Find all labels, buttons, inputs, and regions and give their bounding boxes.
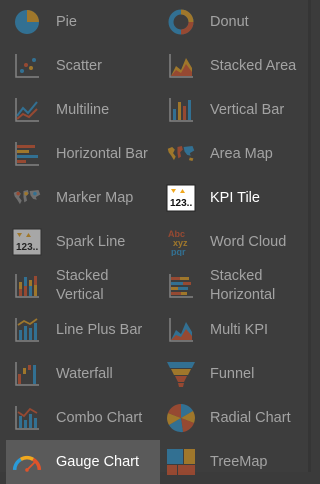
donut-chart-icon [166, 7, 196, 37]
vertical-bar-icon [166, 95, 196, 125]
multiline-chart-icon [12, 95, 42, 125]
stacked-vertical-icon [12, 271, 42, 301]
chart-option-label: Multi KPI [210, 321, 269, 338]
chart-option-label: Multiline [56, 101, 110, 118]
chart-option-treemap[interactable]: TreeMap [160, 440, 306, 484]
chart-option-label: Pie [56, 13, 77, 30]
chart-option-gauge-chart[interactable]: Gauge Chart [6, 440, 160, 484]
area-map-icon [166, 139, 196, 169]
chart-option-scatter[interactable]: Scatter [6, 44, 160, 88]
horizontal-bar-icon [12, 139, 42, 169]
chart-option-label: Gauge Chart [56, 453, 140, 470]
word-cloud-icon: Abc xyz pqr [166, 227, 196, 257]
combo-chart-icon [12, 403, 42, 433]
treemap-icon [166, 447, 196, 477]
chart-option-label: Spark Line [56, 233, 126, 250]
chart-option-vertical-bar[interactable]: Vertical Bar [160, 88, 306, 132]
kpi-tile-icon: 123.. [166, 183, 196, 213]
chart-option-label: Combo Chart [56, 409, 143, 426]
chart-option-label: Line Plus Bar [56, 321, 143, 338]
gauge-chart-icon [12, 447, 42, 477]
chart-type-grid: Pie Donut Scatter Stacked Area Multiline [6, 0, 306, 484]
chart-option-stacked-vertical[interactable]: Stacked Vertical [6, 264, 160, 308]
stacked-horizontal-icon [166, 271, 196, 301]
chart-option-label: Horizontal Bar [56, 145, 148, 162]
chart-type-picker: Pie Donut Scatter Stacked Area Multiline [0, 0, 311, 484]
chart-option-label: Area Map [210, 145, 273, 162]
chart-option-funnel[interactable]: Funnel [160, 352, 306, 396]
scrollbar-track[interactable] [308, 0, 311, 472]
chart-option-waterfall[interactable]: Waterfall [6, 352, 160, 396]
spark-line-icon: 123.. [12, 227, 42, 257]
chart-option-multiline[interactable]: Multiline [6, 88, 160, 132]
chart-option-word-cloud[interactable]: Abc xyz pqr Word Cloud [160, 220, 306, 264]
chart-option-stacked-area[interactable]: Stacked Area [160, 44, 306, 88]
chart-option-label: TreeMap [210, 453, 268, 470]
stacked-area-icon [166, 51, 196, 81]
kpi-icon-text: 123.. [170, 198, 192, 209]
scatter-chart-icon [12, 51, 42, 81]
radial-chart-icon [166, 403, 196, 433]
multi-kpi-icon [166, 315, 196, 345]
chart-option-label: Stacked Vertical [56, 268, 109, 303]
chart-option-label: Donut [210, 13, 249, 30]
chart-option-kpi-tile[interactable]: 123.. KPI Tile [160, 176, 306, 220]
chart-option-radial-chart[interactable]: Radial Chart [160, 396, 306, 440]
chart-option-donut[interactable]: Donut [160, 0, 306, 44]
line-plus-bar-icon [12, 315, 42, 345]
spark-icon-text: 123.. [16, 242, 38, 253]
chart-option-label: KPI Tile [210, 189, 260, 206]
word-cloud-text-3: pqr [171, 247, 186, 256]
chart-option-label: Stacked Area [210, 57, 297, 74]
chart-option-label: Word Cloud [210, 233, 287, 250]
chart-option-label: Marker Map [56, 189, 134, 206]
chart-option-label: Scatter [56, 57, 102, 74]
chart-option-marker-map[interactable]: Marker Map [6, 176, 160, 220]
chart-option-label: Stacked Horizontal [210, 268, 276, 303]
chart-option-multi-kpi[interactable]: Multi KPI [160, 308, 306, 352]
chart-option-label: Funnel [210, 365, 255, 382]
chart-option-combo-chart[interactable]: Combo Chart [6, 396, 160, 440]
chart-option-horizontal-bar[interactable]: Horizontal Bar [6, 132, 160, 176]
pie-chart-icon [12, 7, 42, 37]
chart-option-label: Radial Chart [210, 409, 291, 426]
chart-option-spark-line[interactable]: 123.. Spark Line [6, 220, 160, 264]
marker-map-icon [12, 183, 42, 213]
chart-option-line-plus-bar[interactable]: Line Plus Bar [6, 308, 160, 352]
chart-option-label: Vertical Bar [210, 101, 285, 118]
funnel-icon [166, 359, 196, 389]
chart-option-label: Waterfall [56, 365, 113, 382]
chart-option-pie[interactable]: Pie [6, 0, 160, 44]
chart-option-stacked-horizontal[interactable]: Stacked Horizontal [160, 264, 306, 308]
waterfall-icon [12, 359, 42, 389]
chart-option-area-map[interactable]: Area Map [160, 132, 306, 176]
